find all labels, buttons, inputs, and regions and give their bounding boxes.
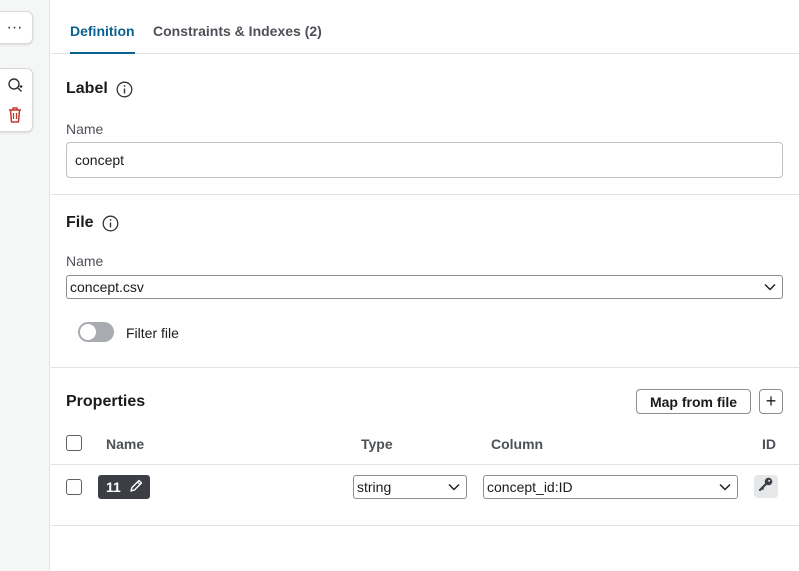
chevron-down-icon [718, 480, 732, 494]
file-select-value: concept.csv [70, 279, 144, 295]
property-name: 11 [106, 479, 121, 495]
header-column: Column [491, 436, 544, 452]
pencil-icon[interactable] [129, 479, 143, 496]
main-panel: Definition Constraints & Indexes (2) Lab… [51, 0, 799, 571]
key-icon [758, 476, 774, 497]
info-icon[interactable] [116, 81, 133, 98]
info-icon[interactable] [102, 215, 119, 232]
file-select[interactable]: concept.csv [66, 275, 783, 299]
header-type: Type [361, 436, 393, 452]
tab-bar: Definition Constraints & Indexes (2) [51, 0, 799, 54]
header-name: Name [106, 436, 145, 452]
label-section-title: Label [66, 80, 133, 98]
header-divider [51, 464, 799, 465]
add-property-button[interactable]: + [759, 389, 783, 414]
tab-constraints-indexes[interactable]: Constraints & Indexes (2) [153, 23, 322, 54]
column-select[interactable]: concept_id:ID [483, 475, 738, 499]
type-select[interactable]: string [353, 475, 467, 499]
plus-icon: + [765, 391, 777, 411]
filter-file-toggle[interactable] [78, 322, 114, 342]
chevron-down-icon [763, 280, 777, 294]
file-title-text: File [66, 214, 94, 231]
more-options-button[interactable]: ··· [0, 11, 33, 44]
search-add-icon[interactable] [5, 75, 25, 95]
type-select-value: string [357, 479, 392, 495]
properties-section: Properties Map from file + Name Type Col… [51, 368, 799, 526]
map-from-file-button[interactable]: Map from file [636, 389, 751, 414]
select-all-checkbox[interactable] [66, 435, 82, 451]
trash-icon[interactable] [5, 105, 25, 125]
label-section: Label Name [51, 54, 799, 195]
file-name-label: Name [66, 253, 104, 269]
properties-title: Properties [66, 393, 146, 410]
toggle-knob [80, 324, 96, 340]
left-rail: ··· [0, 0, 50, 571]
tab-definition[interactable]: Definition [70, 23, 135, 54]
filter-file-label: Filter file [126, 325, 179, 341]
rail-tools-card [0, 68, 33, 132]
file-section-title: File [66, 214, 119, 232]
column-select-value: concept_id:ID [487, 479, 573, 495]
label-name-input[interactable] [66, 142, 783, 178]
file-section: File Name concept.csv Filter file [51, 195, 799, 368]
row-checkbox[interactable] [66, 479, 82, 495]
label-title-text: Label [66, 80, 108, 97]
header-id: ID [762, 436, 776, 452]
label-name-label: Name [66, 121, 104, 137]
chevron-down-icon [447, 480, 461, 494]
more-icon: ··· [6, 18, 23, 36]
property-name-chip[interactable]: 11 [98, 475, 150, 499]
id-key-button[interactable] [754, 475, 778, 498]
